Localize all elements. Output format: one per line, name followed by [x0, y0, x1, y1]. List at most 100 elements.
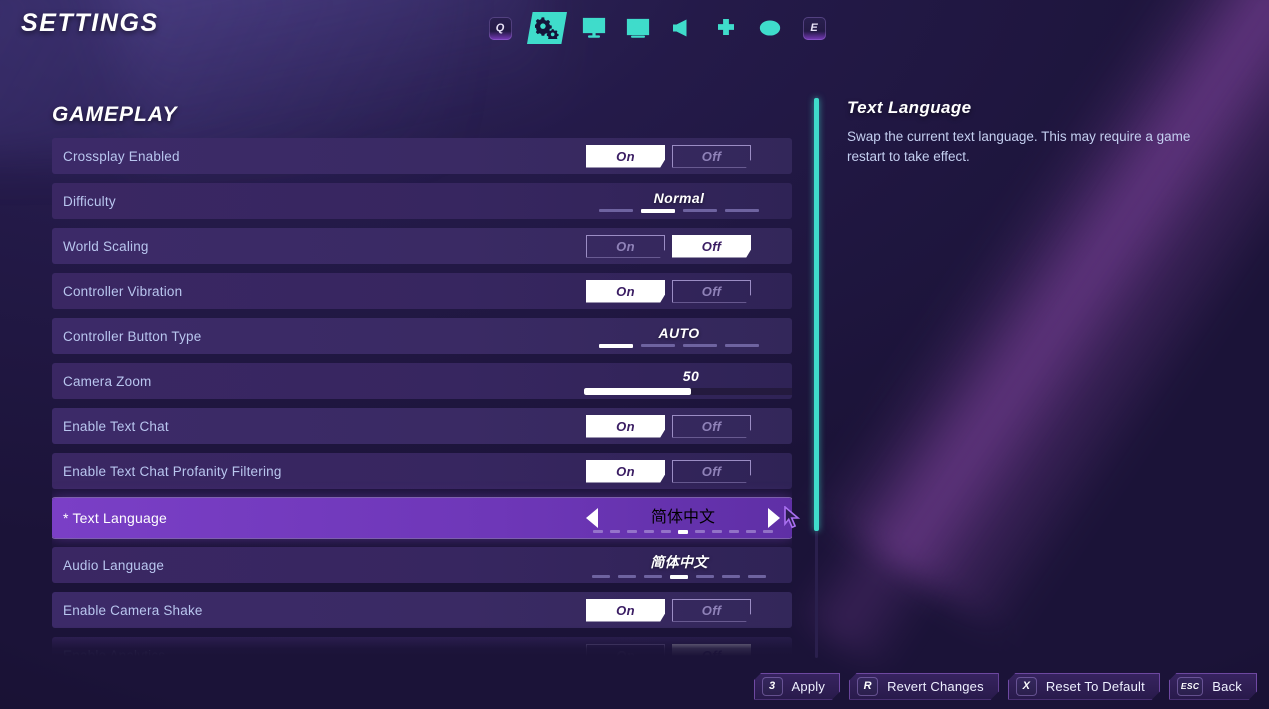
slider[interactable]: 50	[584, 368, 792, 395]
toggle-on-button[interactable]: On	[586, 144, 665, 168]
settings-tab-bar[interactable]: Q E	[483, 11, 831, 45]
toggle-on-button[interactable]: On	[586, 414, 665, 438]
setting-control[interactable]: 简体中文	[580, 498, 792, 538]
stepper-value: 简体中文	[650, 508, 715, 526]
setting-row-controller-button-type[interactable]: Controller Button Type AUTO	[52, 318, 792, 354]
settings-scrollbar-thumb[interactable]	[814, 98, 819, 531]
settings-list[interactable]: Crossplay Enabled On Off Difficulty Norm…	[52, 138, 792, 656]
toggle-on-button[interactable]: On	[586, 644, 665, 657]
segment	[696, 574, 714, 578]
segment	[627, 529, 637, 533]
button-label: Apply	[791, 678, 826, 694]
tab-display[interactable]	[577, 11, 611, 45]
gears-icon	[535, 17, 559, 39]
segment	[683, 208, 717, 212]
setting-row-text-language[interactable]: * Text Language 简体中文	[52, 498, 792, 538]
stepper[interactable]: Normal	[580, 190, 792, 213]
previous-option-arrow-icon[interactable]	[586, 508, 598, 528]
segment	[644, 574, 662, 578]
setting-control[interactable]: On Off	[580, 592, 792, 628]
key-badge: X	[1016, 677, 1037, 696]
setting-row-camera-zoom[interactable]: Camera Zoom 50	[52, 363, 792, 399]
button-label: Revert Changes	[887, 678, 984, 694]
revert-changes-button[interactable]: R Revert Changes	[849, 673, 999, 700]
setting-label: Enable Text Chat	[63, 418, 169, 434]
key-badge: 3	[762, 677, 783, 696]
tab-graphics[interactable]	[621, 11, 655, 45]
info-description: Swap the current text language. This may…	[847, 129, 1191, 164]
toggle-off-button[interactable]: Off	[672, 415, 751, 438]
slider-track[interactable]	[584, 387, 792, 395]
setting-control[interactable]: On Off	[580, 408, 792, 444]
segment	[763, 529, 773, 533]
toggle-off-button[interactable]: Off	[672, 599, 751, 622]
setting-control[interactable]: On Off	[580, 637, 792, 656]
toggle-off-button[interactable]: Off	[672, 234, 751, 258]
setting-row-world-scaling[interactable]: World Scaling On Off	[52, 228, 792, 264]
segment	[695, 529, 705, 533]
segment-active	[599, 343, 633, 348]
setting-control[interactable]: 简体中文	[580, 547, 792, 583]
toggle-off-button[interactable]: Off	[672, 280, 751, 303]
stepper[interactable]: 简体中文	[593, 503, 773, 534]
setting-row-text-chat-profanity-filtering[interactable]: Enable Text Chat Profanity Filtering On …	[52, 453, 792, 489]
tab-gameplay[interactable]	[527, 12, 567, 44]
reset-to-default-button[interactable]: X Reset To Default	[1008, 673, 1160, 700]
setting-control[interactable]: On Off	[580, 138, 792, 174]
button-label: Back	[1212, 678, 1242, 694]
stepper[interactable]: 简体中文	[580, 552, 792, 579]
stepper-value: 简体中文	[650, 553, 708, 570]
setting-row-difficulty[interactable]: Difficulty Normal	[52, 183, 792, 219]
setting-row-enable-camera-shake[interactable]: Enable Camera Shake On Off	[52, 592, 792, 628]
segment	[641, 343, 675, 347]
slider-value: 50	[682, 367, 700, 384]
toggle-on-button[interactable]: On	[586, 598, 665, 622]
setting-row-enable-analytics[interactable]: Enable Analytics On Off	[52, 637, 792, 656]
tab-bumper-left[interactable]: Q	[483, 11, 517, 45]
segment	[683, 343, 717, 347]
tab-audio[interactable]	[665, 11, 699, 45]
setting-label: Difficulty	[63, 193, 116, 209]
q-bumper-icon: Q	[488, 16, 512, 40]
button-label: Reset To Default	[1045, 678, 1145, 694]
apply-button[interactable]: 3 Apply	[754, 673, 841, 700]
setting-row-crossplay-enabled[interactable]: Crossplay Enabled On Off	[52, 138, 792, 174]
setting-control[interactable]: Normal	[580, 183, 792, 219]
key-badge: R	[857, 677, 878, 696]
segment	[599, 208, 633, 212]
setting-row-controller-vibration[interactable]: Controller Vibration On Off	[52, 273, 792, 309]
segment-active	[641, 208, 675, 213]
segment	[592, 574, 610, 578]
section-title: GAMEPLAY	[52, 103, 178, 126]
setting-control[interactable]: 50	[580, 363, 792, 399]
toggle-on-button[interactable]: On	[586, 235, 665, 258]
eye-icon	[759, 20, 781, 36]
setting-control[interactable]: AUTO	[580, 318, 792, 354]
toggle-off-button[interactable]: Off	[672, 643, 751, 656]
toggle-off-button[interactable]: Off	[672, 145, 751, 168]
next-option-arrow-icon[interactable]	[768, 508, 780, 528]
setting-label: Controller Button Type	[63, 328, 202, 344]
tab-bumper-right[interactable]: E	[797, 11, 831, 45]
image-icon	[626, 18, 650, 38]
setting-control[interactable]: On Off	[580, 273, 792, 309]
toggle-on-button[interactable]: On	[586, 459, 665, 483]
slider-fill	[584, 387, 691, 395]
tab-controls[interactable]	[709, 11, 743, 45]
stepper[interactable]: AUTO	[580, 325, 792, 348]
setting-label: World Scaling	[63, 238, 149, 254]
toggle-on-button[interactable]: On	[586, 279, 665, 303]
stepper-segments	[599, 208, 759, 213]
setting-label: Audio Language	[63, 557, 165, 573]
tab-accessibility[interactable]	[753, 11, 787, 45]
back-button[interactable]: ESC Back	[1169, 673, 1257, 700]
setting-row-audio-language[interactable]: Audio Language 简体中文	[52, 547, 792, 583]
setting-row-enable-text-chat[interactable]: Enable Text Chat On Off	[52, 408, 792, 444]
setting-label: * Text Language	[63, 510, 167, 526]
toggle-off-button[interactable]: Off	[672, 460, 751, 483]
setting-control[interactable]: On Off	[580, 453, 792, 489]
setting-control[interactable]: On Off	[580, 228, 792, 264]
segment-active	[678, 529, 688, 534]
segment	[661, 529, 671, 533]
segment	[725, 208, 759, 212]
